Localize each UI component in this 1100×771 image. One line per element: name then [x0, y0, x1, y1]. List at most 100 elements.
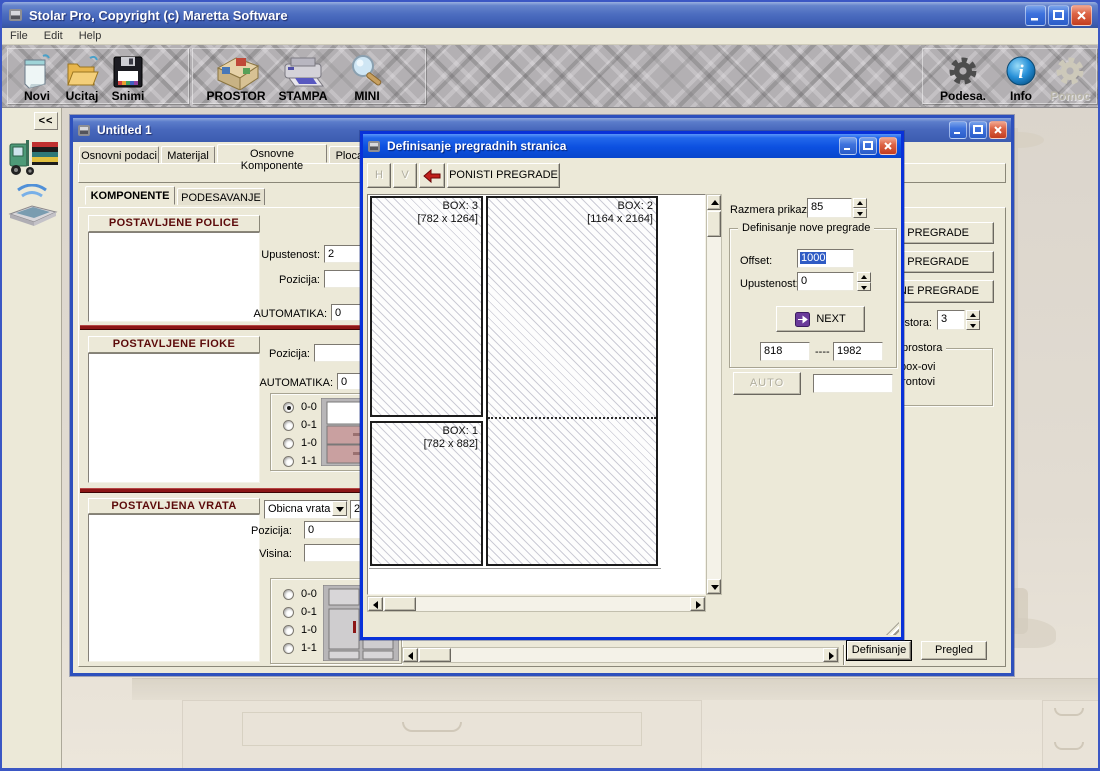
pregled-button[interactable]: Pregled — [921, 641, 987, 660]
subtab-podesavanje[interactable]: PODESAVANJE — [177, 188, 265, 205]
help-icon — [1051, 54, 1089, 90]
dialog-resize-grip[interactable] — [886, 622, 899, 635]
fioke-radio-0-0[interactable] — [283, 402, 294, 413]
vrata-header: POSTAVLJENA VRATA — [88, 498, 260, 514]
menu-file[interactable]: File — [10, 30, 28, 42]
toolbar-button-pomoc: Pomoc — [1045, 51, 1095, 103]
dialog-close-button[interactable] — [879, 137, 897, 155]
auto-field[interactable] — [813, 374, 893, 393]
doc-minimize-button[interactable] — [949, 121, 967, 139]
vrata-type-combobox[interactable]: Obicna vrata — [264, 500, 348, 519]
chevron-down-icon — [336, 507, 344, 516]
save-floppy-icon — [110, 54, 146, 90]
main-titlebar: Stolar Pro, Copyright (c) Maretta Softwa… — [2, 2, 1098, 28]
fioke-pozicija-label: Pozicija: — [203, 348, 310, 360]
menubar: File Edit Help — [2, 28, 1098, 45]
subtab-komponente[interactable]: KOMPONENTE — [85, 186, 175, 205]
ponisti-pregrade-button[interactable]: PONISTI PREGRADE — [447, 163, 560, 188]
toolbar-button-ucitaj[interactable]: Ucitaj — [60, 51, 104, 103]
canvas-hscrollbar[interactable] — [367, 596, 706, 612]
box-2[interactable]: BOX: 2[1164 x 2164] — [486, 196, 658, 566]
view-toolbar-group: PROSTOR STAMPA MINI — [192, 48, 426, 104]
canvas-vscrollbar[interactable] — [706, 194, 722, 595]
room-icon — [210, 54, 262, 90]
razmera-field[interactable]: 85 — [807, 198, 852, 218]
tab-materijal[interactable]: Materijal — [161, 146, 215, 163]
window-title: Stolar Pro, Copyright (c) Maretta Softwa… — [29, 8, 288, 23]
open-folder-icon — [64, 54, 100, 90]
menu-help[interactable]: Help — [79, 30, 102, 42]
dialog-upustenost-field[interactable]: 0 — [797, 272, 854, 291]
box-1[interactable]: BOX: 1[782 x 882] — [370, 421, 483, 566]
minimize-button[interactable] — [1025, 5, 1046, 26]
back-arrow-button[interactable] — [419, 163, 445, 188]
dialog-minimize-button[interactable] — [839, 137, 857, 155]
vrata-radio-0-1[interactable] — [283, 607, 294, 618]
maximize-button[interactable] — [1048, 5, 1069, 26]
section-divider — [80, 488, 390, 493]
police-header: POSTAVLJENE POLICE — [88, 215, 260, 232]
range-from-field[interactable]: 818 — [760, 342, 810, 361]
doc-close-button[interactable] — [989, 121, 1007, 139]
vrata-radio-1-1[interactable] — [283, 643, 294, 654]
doc-maximize-button[interactable] — [969, 121, 987, 139]
offset-field[interactable]: 1000 — [797, 249, 854, 268]
info-icon: i — [1003, 54, 1039, 90]
toolbar-button-snimi[interactable]: Snimi — [104, 51, 152, 103]
forklift-icon[interactable] — [6, 134, 60, 180]
definisanje-button[interactable]: Definisanje — [847, 641, 911, 660]
document-title: Untitled 1 — [97, 123, 152, 137]
tab-osnovni-podaci[interactable]: Osnovni podaci — [79, 146, 159, 163]
vertical-split-button: V — [393, 163, 417, 188]
combobox-dropdown-button[interactable] — [332, 501, 347, 516]
magnifier-icon — [345, 54, 389, 90]
fioke-radio-1-0[interactable] — [283, 438, 294, 449]
scanner-icon[interactable] — [8, 184, 58, 232]
app-icon — [8, 7, 24, 23]
file-toolbar-group: Novi Ucitaj — [7, 48, 189, 104]
next-arrow-icon — [795, 312, 810, 327]
offset-label: Offset: — [740, 255, 772, 267]
section-divider — [80, 325, 390, 330]
dialog-icon — [367, 139, 382, 154]
box-3[interactable]: BOX: 3[782 x 1264] — [370, 196, 483, 417]
new-partition-preview-line — [488, 417, 656, 419]
toolbar-button-podesa[interactable]: Podesa. — [931, 51, 995, 103]
toolbar-button-novi[interactable]: Novi — [14, 51, 60, 103]
vrata-radio-1-0[interactable] — [283, 625, 294, 636]
menu-edit[interactable]: Edit — [44, 30, 63, 42]
partition-canvas[interactable]: BOX: 3[782 x 1264] BOX: 2[1164 x 2164] B… — [367, 194, 722, 612]
range-separator: ---- — [815, 346, 830, 358]
next-button[interactable]: NEXT — [776, 306, 865, 332]
red-arrow-left-icon — [423, 169, 441, 183]
close-button[interactable] — [1071, 5, 1092, 26]
dialog-maximize-button[interactable] — [859, 137, 877, 155]
nova-pregrada-groupbox: Definisanje nove pregrade Offset: 1000 U… — [729, 228, 897, 368]
auto-button: AUTO — [733, 372, 801, 395]
razmera-spinner[interactable] — [853, 198, 867, 218]
razmera-label: Razmera prikaza: — [730, 204, 816, 216]
vrata-radio-0-0[interactable] — [283, 589, 294, 600]
settings-toolbar-group: Podesa. i Info Pomoc — [922, 48, 1097, 104]
main-toolbar: Novi Ucitaj — [2, 45, 1098, 108]
printer-icon — [279, 54, 327, 90]
toolbar-button-info[interactable]: i Info — [999, 51, 1043, 103]
police-automatika-label: AUTOMATIKA: — [220, 308, 327, 320]
prostora-spinner[interactable] — [966, 310, 980, 330]
upustenost-spinner[interactable] — [857, 272, 871, 291]
document-icon — [77, 123, 92, 138]
fioke-radio-0-1[interactable] — [283, 420, 294, 431]
toolbar-button-prostor[interactable]: PROSTOR — [201, 51, 271, 103]
document-hscrollbar[interactable] — [402, 647, 839, 663]
range-to-field[interactable]: 1982 — [833, 342, 883, 361]
vrata-pozicija-field[interactable]: 0 — [304, 521, 362, 539]
tab-osnovne-komponente[interactable]: Osnovne Komponente — [217, 144, 327, 163]
toolbar-button-mini[interactable]: MINI — [339, 51, 395, 103]
police-pozicija-label: Pozicija: — [213, 274, 320, 286]
toolbar-button-stampa[interactable]: STAMPA — [273, 51, 333, 103]
fioke-radio-1-1[interactable] — [283, 456, 294, 467]
fioke-listbox[interactable] — [88, 353, 260, 483]
vrata-visina-field[interactable] — [304, 544, 364, 562]
prostora-field[interactable]: 3 — [937, 310, 965, 330]
sidebar-collapse-button[interactable]: << — [34, 112, 58, 130]
